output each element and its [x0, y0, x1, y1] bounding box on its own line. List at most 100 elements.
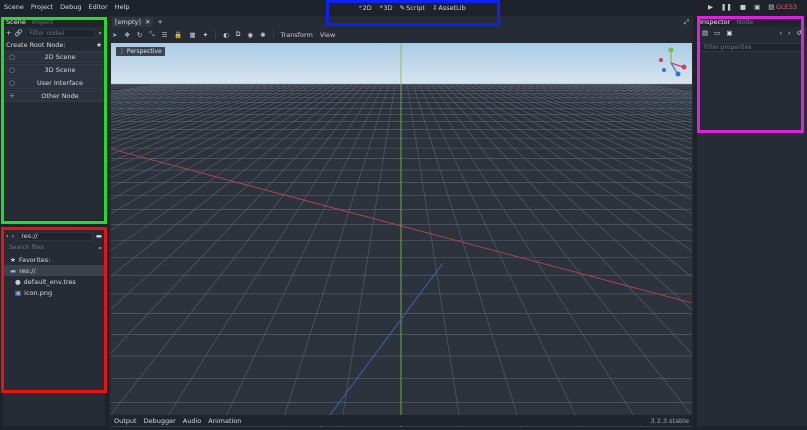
close-icon[interactable]: ✕ [145, 18, 150, 26]
spatial-icon: ○ [8, 66, 16, 74]
script-icon: ✎ [399, 3, 406, 12]
root-node-user-interface[interactable]: ○ User Interface [5, 77, 103, 89]
workspace-script-button[interactable]: ✎ Script [400, 3, 425, 12]
scale-tool-icon[interactable]: ⤡ [149, 30, 154, 39]
fullscreen-icon[interactable]: ⤢ [684, 18, 689, 27]
main-menu: Scene Project Debug Editor Help [4, 3, 130, 11]
root-node-other[interactable]: + Other Node [5, 90, 103, 102]
search-files-input[interactable]: Search files [6, 244, 95, 253]
filesystem-nav: ‹ › res:// ▬ [3, 230, 105, 242]
folder-icon: ▬ [10, 266, 17, 275]
workspace-2d-button[interactable]: ⌖ 2D [358, 3, 372, 12]
play-scene-icon[interactable]: ▣ [754, 3, 760, 11]
favorites-label: Favorites: [18, 255, 51, 264]
tab-scene[interactable]: Scene [6, 18, 26, 26]
viewport-toolbar: ➤ ✥ ↻ ⤡ ☰ 🔒 ▦ ✦ ◐ ⧉ ◉ ✺ Transform View [109, 28, 693, 41]
3d-icon: ⌖ [378, 3, 383, 11]
editor-area: [empty] ✕ + ⤢ ➤ ✥ ↻ ⤡ ☰ 🔒 ▦ ✦ ◐ ⧉ ◉ ✺ Tr… [109, 16, 693, 427]
back-icon[interactable]: ‹ [779, 29, 782, 37]
camera-icon[interactable]: ◉ [247, 31, 253, 39]
plus-icon: + [9, 92, 15, 100]
save-icon[interactable]: ▣ [726, 29, 732, 37]
menu-project[interactable]: Project [31, 3, 53, 11]
path-field[interactable]: res:// [17, 231, 93, 241]
history-icon[interactable]: ↺ [797, 29, 802, 37]
root-node-2d-scene[interactable]: ○ 2D Scene [5, 51, 103, 63]
root-node-label: 3D Scene [44, 66, 76, 74]
forward-icon[interactable]: › [12, 232, 15, 240]
scene-tabs: [empty] ✕ + ⤢ [109, 16, 693, 28]
tab-import[interactable]: Import [32, 18, 54, 26]
play-icon[interactable]: ▶ [708, 3, 713, 11]
res-folder-label: res:// [19, 266, 36, 275]
forward-icon[interactable]: › [788, 29, 791, 37]
view-menu[interactable]: View [320, 31, 335, 39]
file-item[interactable]: ● default_env.tres [3, 276, 105, 287]
favorites-item[interactable]: ★ Favorites: [3, 254, 105, 265]
play-custom-icon[interactable]: ▤ [768, 3, 774, 11]
top-bar: Scene Project Debug Editor Help ⌖ 2D ⌖ 3D … [0, 0, 807, 16]
tab-debugger[interactable]: Debugger [144, 417, 176, 425]
file-item[interactable]: ▣ icon.png [3, 287, 105, 298]
star-icon: ★ [10, 255, 16, 264]
back-icon[interactable]: ‹ [6, 232, 9, 240]
tab-output[interactable]: Output [114, 417, 137, 425]
file-label: icon.png [24, 288, 53, 297]
toolbar-separator [215, 30, 217, 39]
node2d-icon: ○ [8, 53, 16, 61]
environment-icon: ● [15, 277, 21, 286]
3d-viewport[interactable]: ⋮ Perspective [111, 43, 692, 427]
move-tool-icon[interactable]: ✥ [124, 31, 129, 39]
tab-audio[interactable]: Audio [183, 417, 201, 425]
root-node-label: User Interface [37, 79, 83, 87]
scene-dock-tabs: Scene Import [3, 16, 105, 27]
tab-inspector[interactable]: Inspector [700, 18, 730, 26]
search-icon: ⌕ [98, 28, 102, 37]
viewport-scene [111, 43, 692, 427]
sky [111, 43, 692, 84]
new-resource-icon[interactable]: ▤ [702, 29, 708, 37]
menu-help[interactable]: Help [115, 3, 130, 11]
create-root-text: Create Root Node: [6, 40, 66, 49]
perspective-menu[interactable]: ⋮ Perspective [116, 47, 165, 56]
link-icon[interactable]: 🔗 [14, 29, 22, 37]
workspace-3d-button[interactable]: ⌖ 3D [379, 3, 393, 12]
pause-icon[interactable]: ❚❚ [721, 3, 732, 11]
root-node-3d-scene[interactable]: ○ 3D Scene [5, 64, 103, 76]
select-tool-icon[interactable]: ➤ [112, 31, 117, 39]
filter-properties-input[interactable]: Filter properties [700, 43, 804, 52]
workspace-assetlib-button[interactable]: ⇩ AssetLib [432, 3, 466, 12]
scene-tab-empty[interactable]: [empty] ✕ [112, 17, 154, 27]
search-icon: ⌕ [98, 243, 102, 252]
menu-debug[interactable]: Debug [60, 3, 81, 11]
lock-icon[interactable]: 🔒 [174, 31, 182, 39]
skeleton-icon[interactable]: ✦ [203, 31, 208, 39]
file-label: default_env.tres [23, 277, 76, 286]
add-tab-icon[interactable]: + [157, 18, 162, 26]
workspace-switcher: ⌖ 2D ⌖ 3D ✎ Script ⇩ AssetLib [358, 3, 466, 12]
2d-icon: ⌖ [358, 3, 362, 11]
list-select-icon[interactable]: ☰ [162, 31, 168, 39]
stop-icon[interactable]: ■ [740, 3, 746, 11]
inspector-tabs: Inspector Node [697, 16, 807, 27]
inspector-dock: Inspector Node ▤ ▭ ▣ ‹ › ↺ Filter proper… [697, 16, 807, 426]
filter-nodes-input[interactable]: Filter nodes [25, 28, 96, 38]
menu-scene[interactable]: Scene [4, 3, 24, 11]
split-view-icon[interactable]: ▬ [96, 232, 102, 240]
renderer-select[interactable]: GLES3 [776, 3, 797, 11]
group-icon[interactable]: ▦ [189, 31, 195, 39]
open-folder-icon[interactable]: ▭ [714, 29, 720, 37]
rotate-tool-icon[interactable]: ↻ [137, 31, 142, 39]
tab-animation[interactable]: Animation [208, 417, 241, 425]
image-icon: ▣ [15, 288, 22, 297]
menu-editor[interactable]: Editor [88, 3, 107, 11]
add-node-icon[interactable]: + [6, 29, 11, 37]
tab-node[interactable]: Node [736, 18, 753, 26]
snap-icon[interactable]: ⧉ [236, 30, 241, 39]
local-space-icon[interactable]: ◐ [223, 31, 229, 39]
res-folder-item[interactable]: ▬ res:// [3, 265, 105, 276]
transform-menu[interactable]: Transform [281, 31, 313, 39]
sun-icon[interactable]: ✺ [260, 31, 265, 39]
star-icon[interactable]: ★ [96, 41, 102, 49]
assetlib-icon: ⇩ [431, 3, 438, 12]
